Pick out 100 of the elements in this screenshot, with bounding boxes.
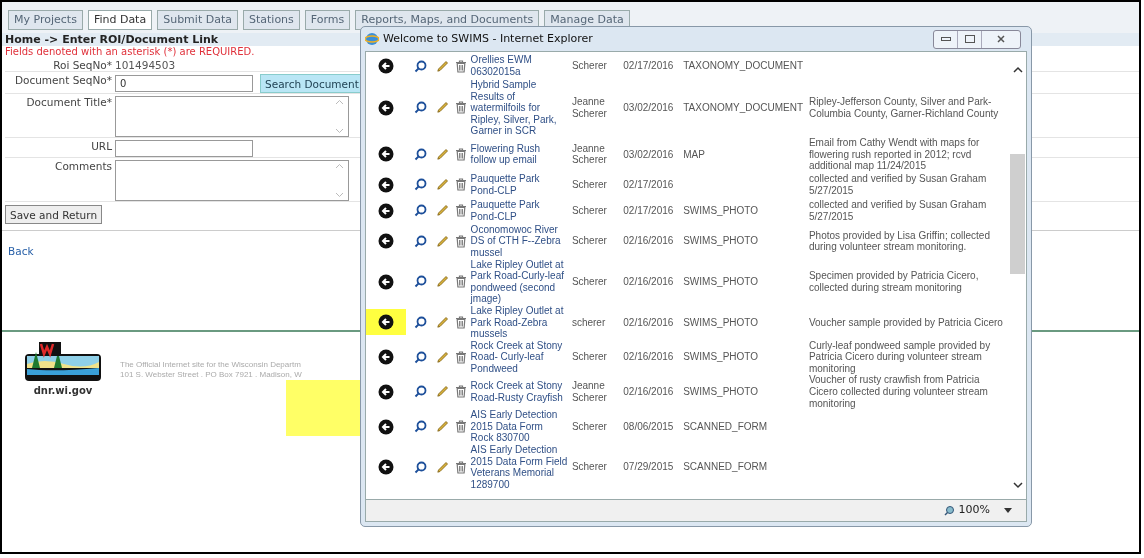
date-cell-text: 03/02/2016 bbox=[623, 148, 675, 161]
search-icon[interactable] bbox=[413, 385, 427, 399]
footer-text: 101 S. Webster Street . PO Box 7921 . Madison, W bbox=[120, 370, 302, 380]
save-and-return-button[interactable]: Save and Return bbox=[5, 205, 103, 224]
date-cell-text: 02/17/2016 bbox=[623, 178, 675, 191]
search-icon[interactable] bbox=[413, 101, 427, 115]
search-icon[interactable] bbox=[413, 178, 427, 192]
document-title-link[interactable]: Lake Ripley Outlet at Park Road-Zebra mussels bbox=[470, 304, 568, 340]
author-cell-text: Scherer bbox=[570, 178, 608, 191]
comments-cell-text: Photos provided by Lisa Griffin; collected during volunteer stream monitoring. bbox=[808, 229, 991, 253]
document-title-link[interactable]: Pauquette Park Pond-CLP bbox=[470, 199, 568, 223]
search-icon[interactable] bbox=[413, 204, 427, 218]
trash-icon[interactable] bbox=[454, 101, 467, 115]
author-cell-text: Scherer bbox=[570, 351, 608, 363]
author-cell-text: Scherer bbox=[570, 420, 608, 433]
document-title-link[interactable]: Lake Ripley Outlet at Park Road-Curly-leaf pondweed (second jmage) bbox=[470, 258, 568, 305]
pencil-icon[interactable] bbox=[435, 420, 449, 434]
trash-icon[interactable] bbox=[454, 178, 467, 192]
back-link[interactable]: Back bbox=[8, 245, 34, 257]
comments-cell-text: Curly-leaf pondweed sample provided by Patricia Cicero during volunteer stream monitoring bbox=[808, 339, 992, 375]
pencil-icon[interactable] bbox=[435, 315, 449, 329]
trash-icon[interactable] bbox=[454, 59, 467, 73]
scrollbar-thumb[interactable] bbox=[1010, 154, 1025, 274]
pencil-icon[interactable] bbox=[435, 101, 449, 115]
document-title-link[interactable]: Orellies EWM 06302015a bbox=[470, 54, 568, 78]
type-cell-text: TAXONOMY_DOCUMENT bbox=[682, 102, 804, 114]
browser-logo-icon bbox=[365, 32, 379, 46]
nav-tab[interactable]: Forms bbox=[304, 10, 351, 30]
comments-cell-text: collected and verified by Susan Graham 5/27/2015 bbox=[808, 199, 988, 223]
footer-text: The Official Internet site for the Wisconsin Departm bbox=[120, 360, 302, 370]
pencil-icon[interactable] bbox=[435, 59, 449, 73]
pencil-icon[interactable] bbox=[435, 178, 449, 192]
logo-caption: dnr.wi.gov bbox=[33, 384, 93, 398]
trash-icon[interactable] bbox=[454, 350, 467, 364]
field-label: Document Title* bbox=[25, 96, 112, 108]
pencil-icon[interactable] bbox=[435, 275, 449, 289]
dnr-logo-icon bbox=[24, 342, 102, 382]
zoom-level[interactable]: 100% bbox=[958, 502, 990, 519]
text-field[interactable] bbox=[115, 140, 253, 157]
type-cell-text: SCANNED_FORM bbox=[682, 461, 769, 473]
comments-cell-text: Voucher sample provided by Patricia Cicero bbox=[808, 316, 1004, 329]
search-icon[interactable] bbox=[413, 460, 427, 474]
document-title-link[interactable]: Oconomowoc River DS of CTH F--Zebra mussel bbox=[470, 223, 568, 259]
author-cell-text: Jeanne Scherer bbox=[570, 96, 608, 120]
author-cell-text: Scherer bbox=[570, 461, 608, 473]
pencil-icon[interactable] bbox=[435, 147, 449, 161]
minimize-icon bbox=[940, 37, 951, 41]
trash-icon[interactable] bbox=[454, 147, 467, 161]
nav-tab[interactable]: Submit Data bbox=[157, 10, 238, 30]
search-icon[interactable] bbox=[413, 350, 427, 364]
date-cell-text: 02/16/2016 bbox=[623, 316, 675, 329]
zoom-icon[interactable] bbox=[943, 505, 955, 516]
document-title-link[interactable]: Rock Creek at Stony Road- Curly-leaf Pondweed bbox=[470, 339, 568, 375]
document-title-link[interactable]: AIS Early Detection 2015 Data Form Field Veterans Memorial 1289700 bbox=[470, 444, 568, 491]
field-label: Roi SeqNo* bbox=[52, 59, 112, 71]
scroll-down-icon[interactable] bbox=[1012, 481, 1023, 489]
search-icon[interactable] bbox=[413, 315, 427, 329]
date-cell-text: 02/16/2016 bbox=[623, 386, 675, 398]
trash-icon[interactable] bbox=[454, 204, 467, 218]
type-cell-text: TAXONOMY_DOCUMENT bbox=[682, 60, 804, 72]
trash-icon[interactable] bbox=[454, 275, 467, 289]
type-cell-text: SWIMS_PHOTO bbox=[682, 386, 759, 398]
comments-cell-text: collected and verified by Susan Graham 5/27/2015 bbox=[808, 173, 988, 197]
trash-icon[interactable] bbox=[454, 460, 467, 474]
pencil-icon[interactable] bbox=[435, 460, 449, 474]
nav-tab[interactable]: Find Data bbox=[87, 10, 153, 30]
date-cell-text: 02/17/2016 bbox=[623, 204, 675, 217]
date-cell-text: 03/02/2016 bbox=[623, 102, 675, 114]
trash-icon[interactable] bbox=[454, 385, 467, 399]
pencil-icon[interactable] bbox=[435, 234, 449, 248]
field-value: 101494503 bbox=[115, 59, 176, 71]
document-title-link[interactable]: Flowering Rush follow up email bbox=[470, 142, 568, 166]
pencil-icon[interactable] bbox=[435, 350, 449, 364]
type-cell-text: SCANNED_FORM bbox=[682, 420, 769, 433]
search-icon[interactable] bbox=[413, 275, 427, 289]
field-label: Document SeqNo* bbox=[13, 74, 112, 86]
trash-icon[interactable] bbox=[454, 315, 467, 329]
document-title-link[interactable]: Rock Creek at Stony Road-Rusty Crayfish bbox=[470, 380, 568, 404]
search-icon[interactable] bbox=[413, 59, 427, 73]
author-cell-text: Scherer bbox=[570, 204, 608, 217]
nav-tab[interactable]: My Projects bbox=[8, 10, 83, 30]
type-cell-text: SWIMS_PHOTO bbox=[682, 275, 759, 288]
scroll-up-icon[interactable] bbox=[1012, 66, 1023, 74]
document-title-link[interactable]: Hybrid Sample Results of watermilfoils for Ripley, Silver, Park, Garner in SCR bbox=[470, 79, 568, 137]
caret-icon[interactable] bbox=[1004, 508, 1012, 513]
text-field[interactable]: 0 bbox=[115, 75, 253, 92]
search-icon[interactable] bbox=[413, 420, 427, 434]
search-icon[interactable] bbox=[413, 234, 427, 248]
author-cell-text: Jeanne Scherer bbox=[570, 142, 608, 166]
nav-tab[interactable]: Stations bbox=[243, 10, 300, 30]
close-icon bbox=[997, 35, 1005, 43]
document-title-link[interactable]: Pauquette Park Pond-CLP bbox=[470, 173, 568, 197]
document-title-link[interactable]: AIS Early Detection 2015 Data Form Rock 830700 bbox=[470, 409, 568, 445]
pencil-icon[interactable] bbox=[435, 204, 449, 218]
trash-icon[interactable] bbox=[454, 420, 467, 434]
pencil-icon[interactable] bbox=[435, 385, 449, 399]
search-icon[interactable] bbox=[413, 147, 427, 161]
trash-icon[interactable] bbox=[454, 234, 467, 248]
comments-cell-text: Voucher of rusty crawfish from Patricia Cicero collected during volunteer stream monitoring bbox=[808, 374, 989, 410]
field-label: Comments bbox=[54, 160, 112, 172]
